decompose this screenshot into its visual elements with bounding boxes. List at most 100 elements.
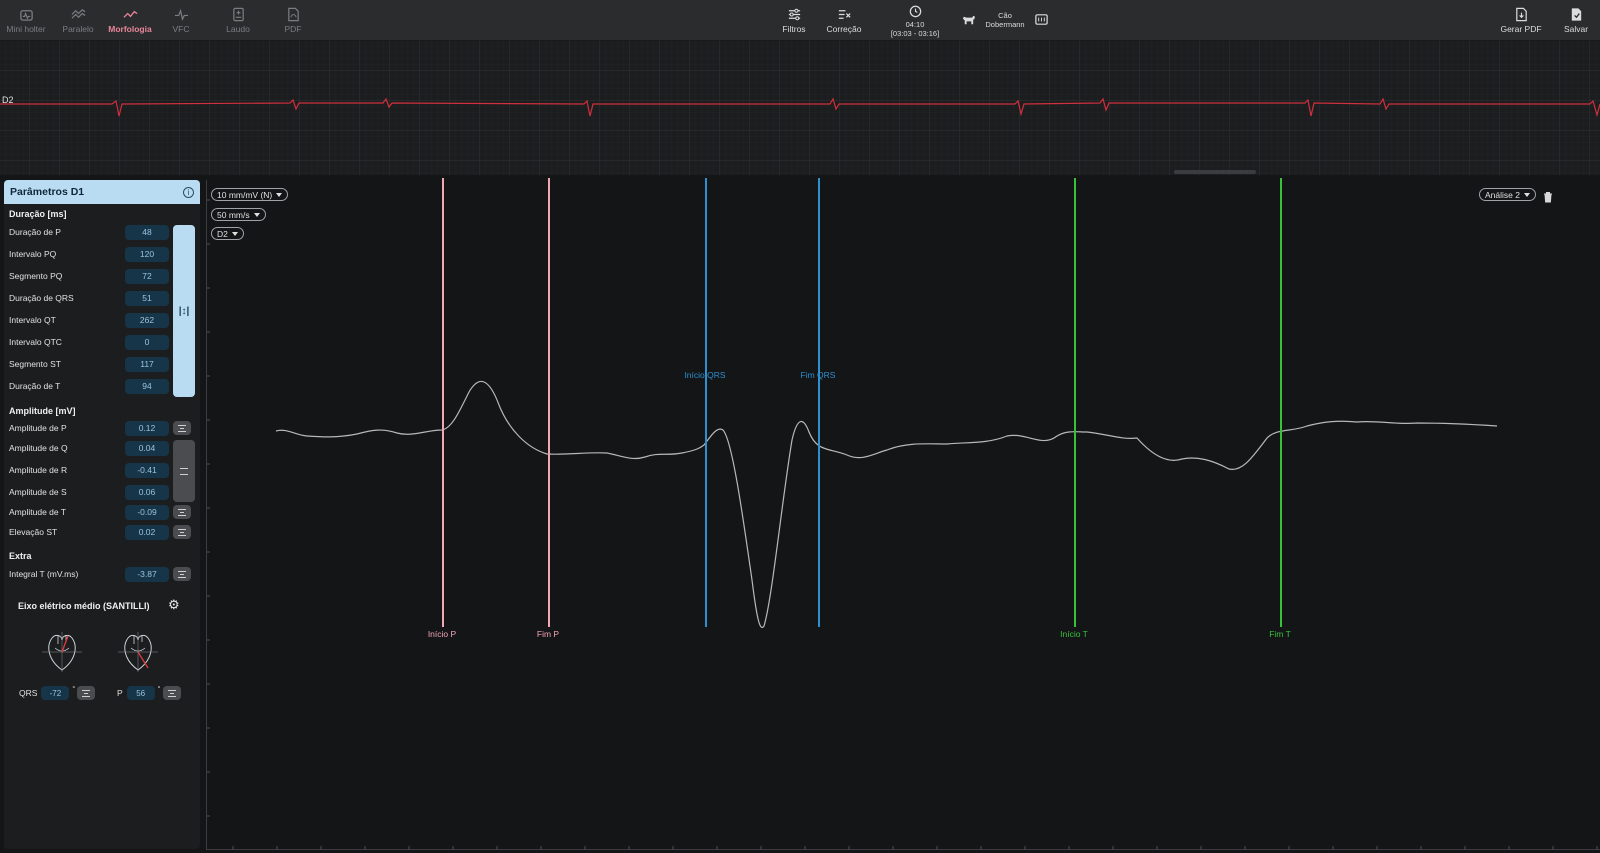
duration-title: Duração [ms]	[9, 209, 67, 219]
amplitude-p-button[interactable]	[173, 421, 191, 435]
param-label: Amplitude de T	[9, 507, 67, 517]
param-value[interactable]: 72	[125, 268, 169, 284]
level-icon	[178, 570, 186, 578]
param-label: Amplitude de S	[9, 487, 67, 497]
save-label: Salvar	[1563, 23, 1589, 34]
marker-label: Início T	[1060, 629, 1088, 639]
speed-value: 50 mm/s	[217, 209, 250, 220]
gear-icon[interactable]: ⚙	[168, 598, 182, 612]
marker-line[interactable]	[442, 178, 444, 627]
param-row: Amplitude de P 0.12	[9, 420, 169, 436]
marker-line[interactable]	[818, 178, 820, 627]
p-axis-value[interactable]: 56	[126, 686, 155, 700]
parameters-panel: Parâmetros D1 i Duração [ms] Duração de …	[4, 180, 200, 849]
pdf-tab[interactable]: PDF	[278, 0, 308, 40]
pdf-icon	[287, 7, 299, 21]
vfc-tab[interactable]: VFC	[166, 0, 196, 40]
qrs-axis-value[interactable]: -72	[41, 686, 70, 700]
marker-line[interactable]	[548, 178, 550, 627]
parallel-tab[interactable]: Paralelo	[58, 0, 98, 40]
report-tab[interactable]: Laudo	[223, 0, 253, 40]
dog-icon	[962, 15, 975, 24]
param-label: Intervalo PQ	[9, 249, 57, 259]
time-range: [03:03 - 03:16]	[890, 28, 940, 38]
amplitude-qrs-button[interactable]	[173, 440, 195, 502]
id-card-icon	[1034, 13, 1048, 25]
duration-adjust-button[interactable]: |↕|	[173, 225, 195, 397]
patient-card-button[interactable]	[1034, 0, 1048, 40]
p-axis-heart-icon	[118, 632, 158, 672]
correction-button[interactable]: Correção	[824, 0, 864, 40]
param-label: Segmento PQ	[9, 271, 63, 281]
trash-icon[interactable]	[1542, 191, 1554, 203]
param-value[interactable]: 51	[125, 290, 169, 306]
param-value[interactable]: 94	[125, 378, 169, 394]
lead-dropdown[interactable]: D2	[211, 227, 244, 240]
param-row: Integral T (mV.ms) -3.87	[9, 566, 169, 582]
marker-label: Fim QRS	[800, 370, 836, 380]
param-label: Intervalo QTC	[9, 337, 62, 347]
parallel-icon	[71, 8, 85, 19]
rhythm-strip-grid	[0, 41, 1600, 175]
qrs-axis-heart-icon	[42, 632, 82, 672]
gain-dropdown[interactable]: 10 mm/mV (N)	[211, 188, 289, 201]
param-value[interactable]: -0.09	[125, 504, 169, 520]
param-value[interactable]: 48	[125, 224, 169, 240]
param-row: Duração de T 94	[9, 378, 169, 394]
save-button[interactable]: Salvar	[1558, 0, 1594, 40]
marker-line[interactable]	[705, 178, 707, 627]
param-value[interactable]: 0.02	[125, 524, 169, 540]
mini-holter-icon	[19, 9, 33, 21]
param-value[interactable]: 117	[125, 356, 169, 372]
param-value[interactable]: -0.41	[125, 462, 169, 478]
marker-line[interactable]	[1280, 178, 1282, 627]
strip-scroll-thumb[interactable]	[1174, 170, 1256, 174]
filters-icon	[788, 8, 800, 20]
pdf-label: PDF	[284, 23, 302, 34]
morphology-tab[interactable]: Morfologia	[106, 0, 154, 40]
param-value[interactable]: 120	[125, 246, 169, 262]
generate-pdf-button[interactable]: Gerar PDF	[1498, 0, 1544, 40]
speed-dropdown[interactable]: 50 mm/s	[211, 208, 266, 221]
param-label: Amplitude de Q	[9, 443, 68, 453]
marker-label: Fim P	[536, 629, 560, 639]
param-value[interactable]: 262	[125, 312, 169, 328]
gain-value: 10 mm/mV (N)	[217, 189, 273, 200]
st-elevation-button[interactable]	[173, 525, 191, 539]
param-value[interactable]: 0.06	[125, 484, 169, 500]
mini-holter-tab[interactable]: Mini holter	[4, 0, 48, 40]
save-icon	[1571, 7, 1581, 21]
param-value[interactable]: 0.12	[125, 420, 169, 436]
qrs-axis-button[interactable]	[77, 686, 95, 700]
morphology-plot[interactable]: Início P Fim P Início QRS Fim QRS Início T Fi…	[206, 178, 1600, 850]
param-row: Intervalo QTC 0	[9, 334, 169, 350]
info-icon[interactable]: i	[183, 186, 194, 198]
param-label: Integral T (mV.ms)	[9, 569, 79, 579]
level-icon	[82, 689, 90, 697]
caret-down-icon	[1523, 192, 1530, 197]
species-label: Cão	[998, 11, 1012, 20]
caret-down-icon	[231, 231, 238, 236]
p-axis-button[interactable]	[163, 686, 181, 700]
panel-header: Parâmetros D1 i	[4, 180, 200, 204]
param-value[interactable]: 0.04	[125, 440, 169, 456]
level-icon	[180, 467, 188, 475]
level-icon	[178, 508, 186, 516]
degree-symbol: °	[157, 686, 161, 693]
analysis-dropdown[interactable]: Análise 2	[1479, 188, 1536, 201]
amplitude-t-button[interactable]	[173, 505, 191, 519]
time-display[interactable]: 04:10 [03:03 - 03:16]	[885, 0, 945, 40]
p-axis-row: P 56 °	[117, 686, 163, 700]
marker-line[interactable]	[1074, 178, 1076, 627]
rhythm-strip[interactable]: D2	[0, 41, 1600, 175]
strip-lead-label: D2	[2, 95, 14, 105]
param-value[interactable]: -3.87	[125, 566, 169, 582]
filters-button[interactable]: Filtros	[776, 0, 812, 40]
correction-label: Correção	[826, 23, 862, 34]
averaged-beat-trace	[275, 380, 1498, 628]
vfc-icon	[174, 8, 188, 21]
param-value[interactable]: 0	[125, 334, 169, 350]
lead-value: D2	[217, 228, 228, 239]
integral-t-button[interactable]	[173, 567, 191, 581]
param-row: Amplitude de Q 0.04	[9, 440, 169, 456]
